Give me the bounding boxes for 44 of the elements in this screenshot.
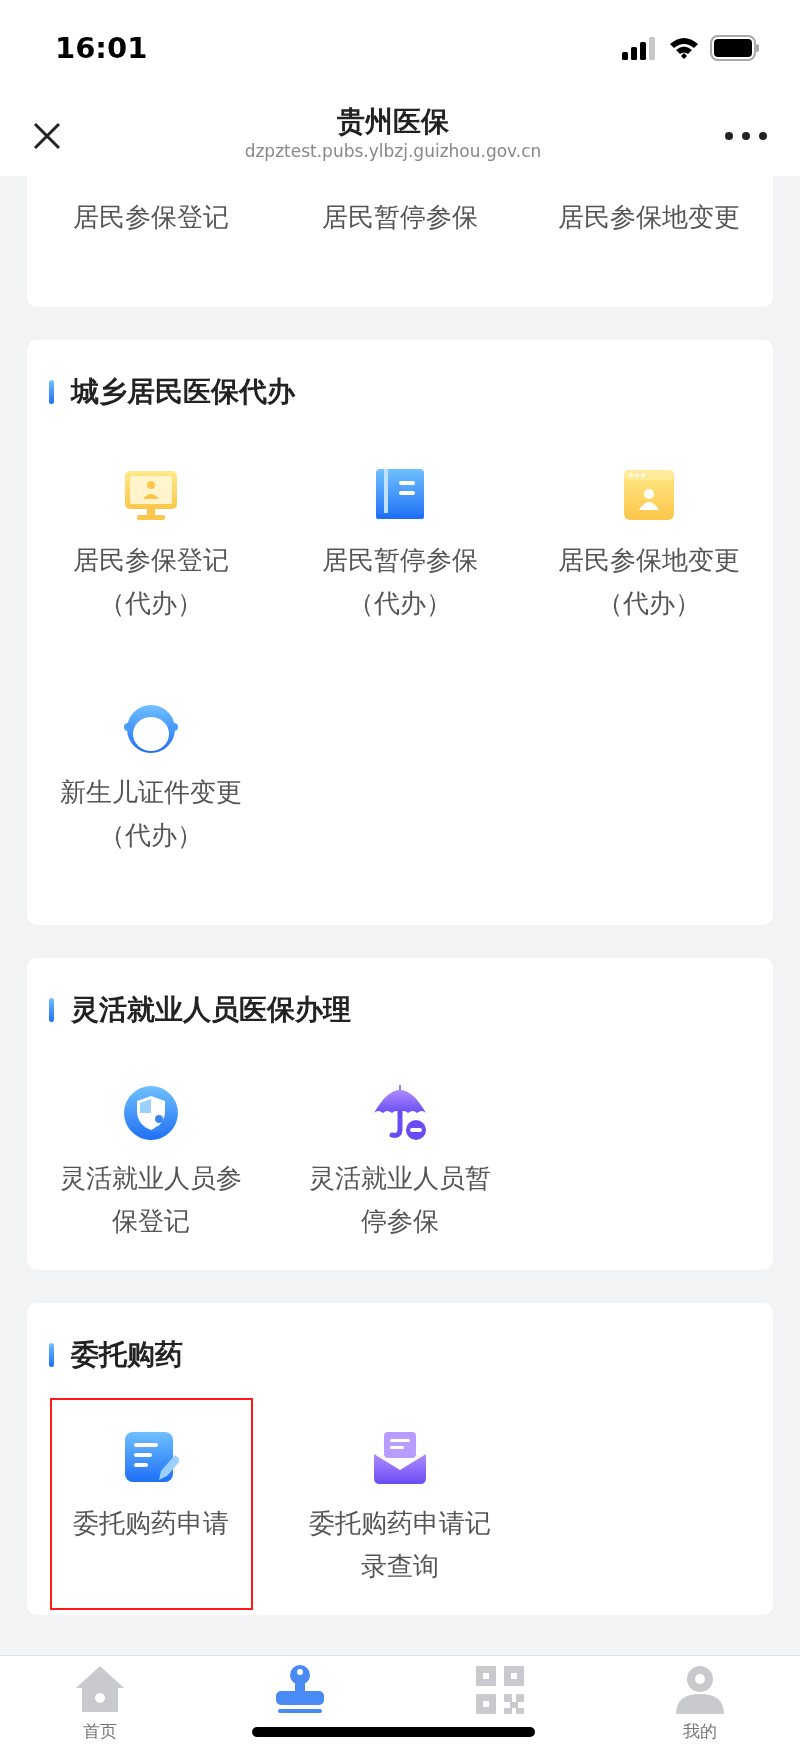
service-item[interactable]: 居民参保地变更 （代办） (547, 435, 751, 647)
service-item[interactable]: 居民参保地变更 (547, 194, 751, 241)
person-icon (674, 1664, 726, 1716)
battery-icon (710, 35, 760, 61)
service-label: 居民参保登记 (72, 544, 231, 577)
tab-item[interactable]: 首页 (0, 1656, 200, 1756)
section-title: 灵活就业人员医保办理 (71, 992, 351, 1028)
service-item[interactable]: 委托购药申请 (49, 1398, 253, 1610)
service-note: （代办） (98, 587, 205, 620)
wifi-icon (668, 36, 700, 60)
title-accent-bar (49, 1343, 54, 1367)
service-label: 委托购药申请 (72, 1507, 231, 1540)
service-note: （代办） (347, 587, 453, 620)
service-item[interactable]: 灵活就业人员参保登记 (49, 1053, 253, 1265)
service-item[interactable]: 灵活就业人员暂停参保 (298, 1053, 502, 1265)
service-label: 居民参保地变更 (556, 544, 741, 577)
signal-icon (622, 36, 658, 60)
service-label: 灵活就业人员参保登记 (59, 1162, 244, 1238)
more-button[interactable] (722, 129, 770, 143)
service-item[interactable]: 居民暂停参保 (298, 194, 502, 241)
qr-code-icon (474, 1664, 526, 1716)
service-label: 新生儿证件变更 (59, 776, 244, 809)
page-url: dzpztest.pubs.ylbzj.guizhou.gov.cn (244, 140, 542, 162)
page-title: 贵州医保 (337, 104, 449, 140)
title-accent-bar (49, 380, 54, 404)
service-label: 委托购药申请记录查询 (308, 1507, 492, 1583)
service-note: （代办） (98, 819, 205, 852)
status-time: 16:01 (55, 31, 148, 65)
section-title: 城乡居民医保代办 (71, 374, 295, 410)
umbrella-icon (372, 1085, 428, 1141)
service-item[interactable]: 居民参保登记 (49, 194, 253, 241)
service-label: 居民暂停参保 (321, 544, 479, 577)
service-item[interactable]: 居民参保登记 （代办） (49, 435, 253, 647)
shield-icon (123, 1085, 180, 1141)
stamp-icon (274, 1664, 326, 1716)
service-note: （代办） (595, 587, 702, 620)
service-item[interactable]: 委托购药申请记录查询 (298, 1398, 502, 1610)
service-label: 灵活就业人员暂停参保 (308, 1162, 492, 1238)
envelope-icon (372, 1430, 428, 1486)
tab-item[interactable]: 我的 (600, 1656, 800, 1756)
service-item[interactable]: 新生儿证件变更 （代办） (49, 667, 253, 879)
section-title: 委托购药 (71, 1337, 183, 1373)
service-item[interactable]: 居民暂停参保 （代办） (298, 435, 502, 647)
title-accent-bar (49, 998, 54, 1022)
